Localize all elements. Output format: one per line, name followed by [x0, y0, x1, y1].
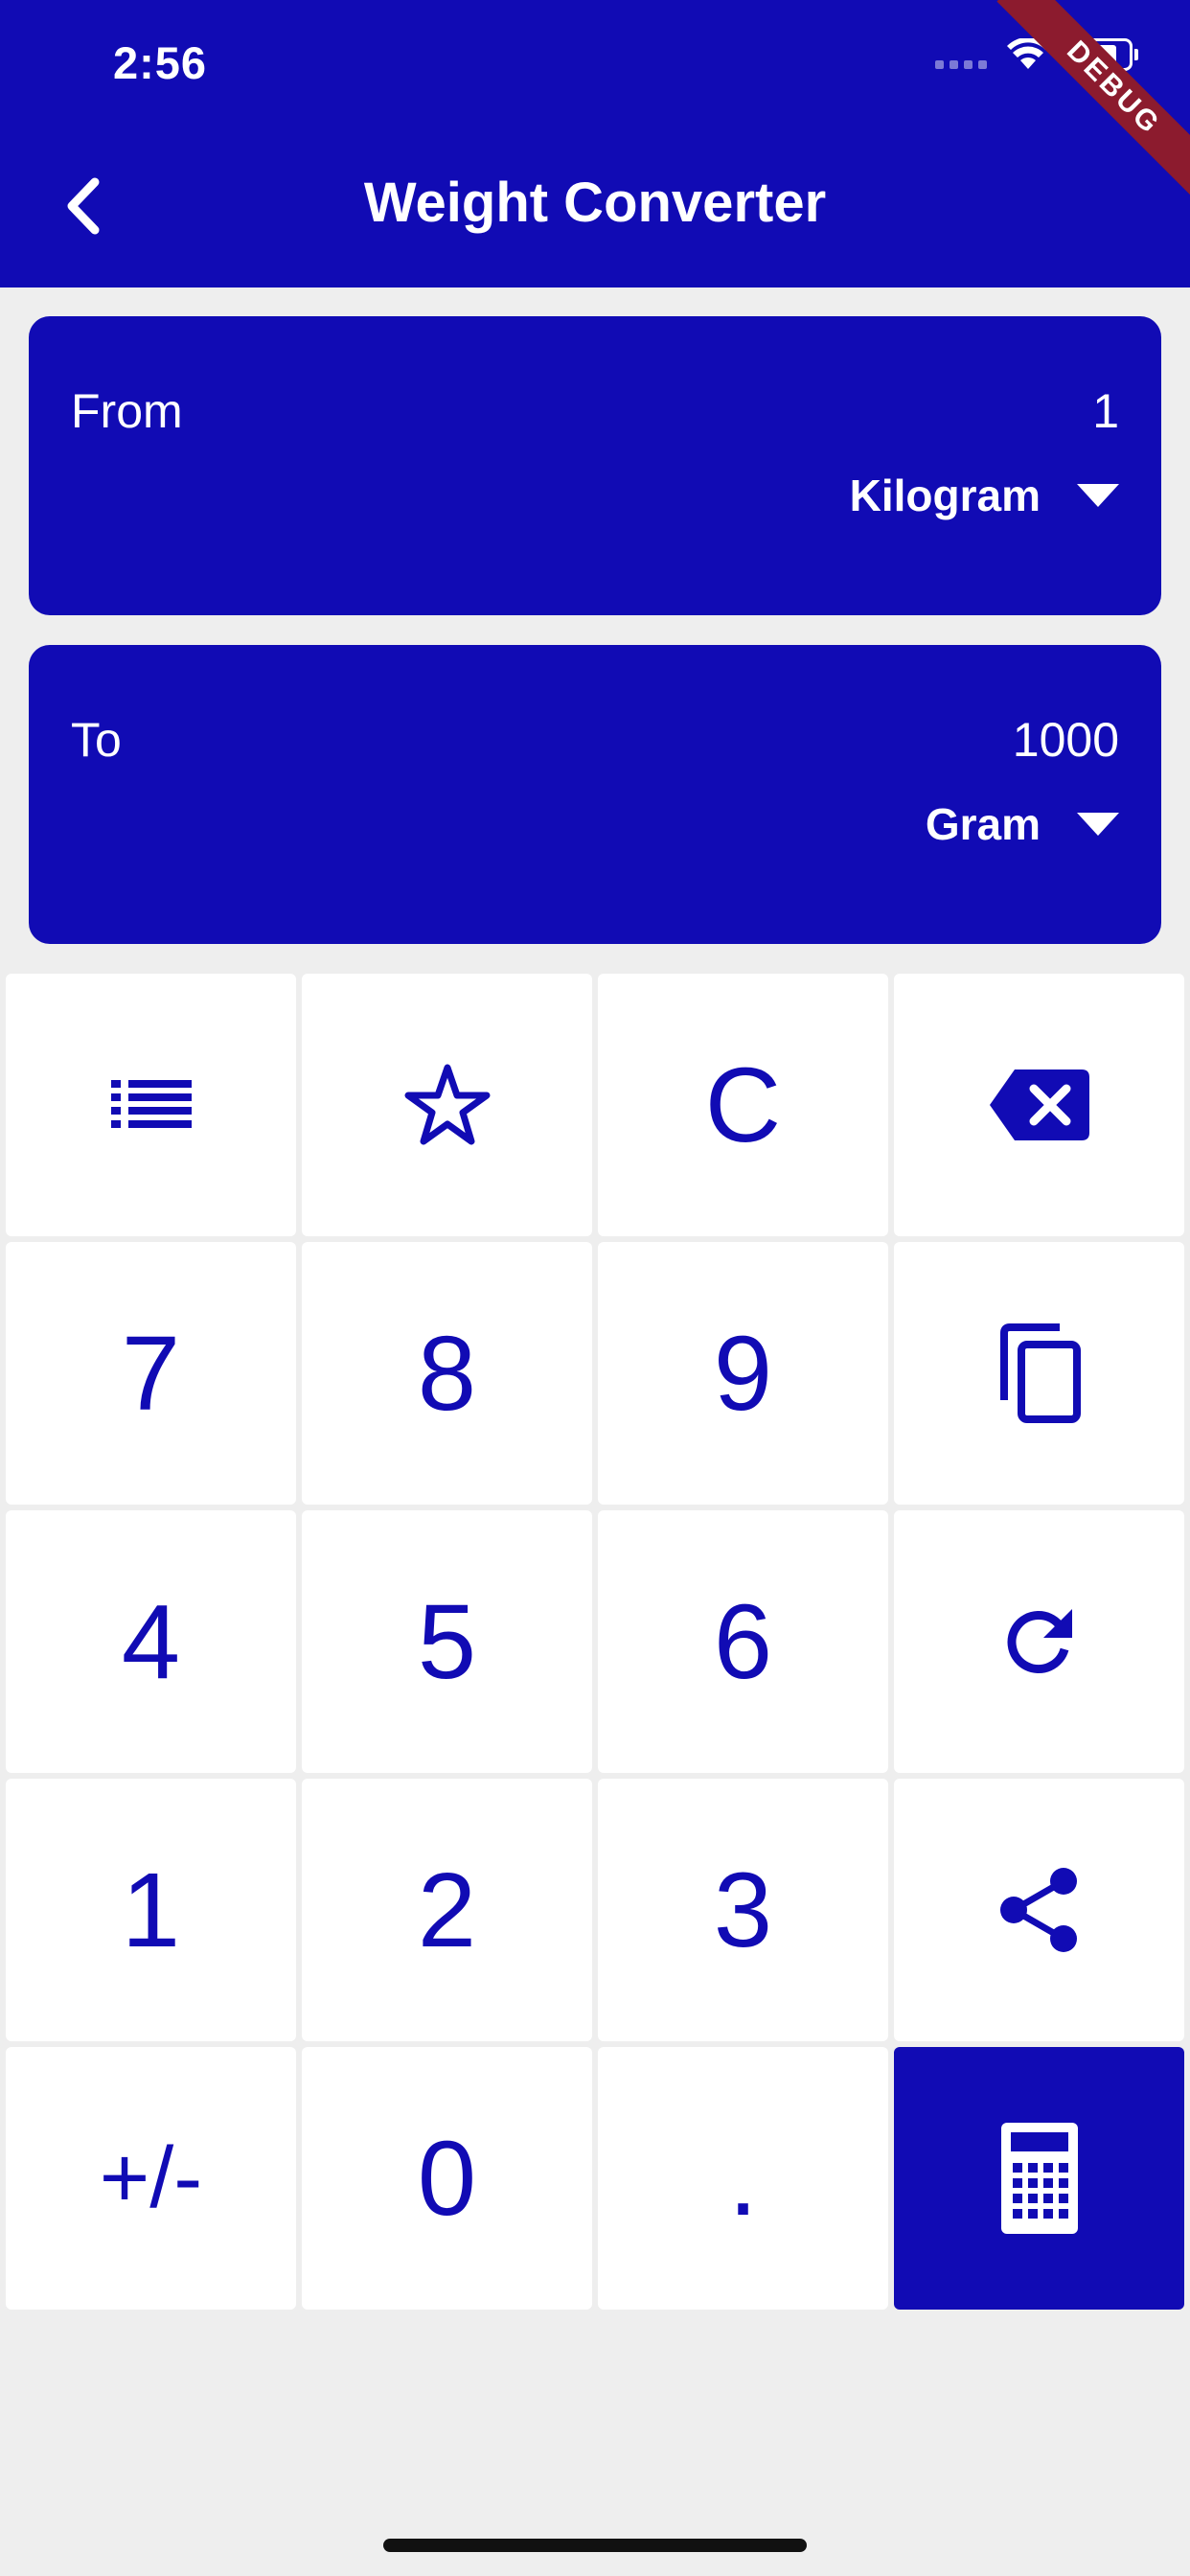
- key-7[interactable]: 7: [6, 1242, 296, 1505]
- status-time: 2:56: [113, 37, 208, 88]
- star-icon: [404, 1064, 490, 1145]
- copy-button[interactable]: [894, 1242, 1184, 1505]
- from-value[interactable]: 1: [1092, 383, 1119, 439]
- key-6[interactable]: 6: [598, 1510, 888, 1773]
- from-unit-label: Kilogram: [849, 471, 1041, 520]
- cellular-signal-icon: [935, 40, 987, 69]
- list-icon: [110, 1080, 192, 1128]
- key-9[interactable]: 9: [598, 1242, 888, 1505]
- copy-icon: [999, 1323, 1081, 1423]
- app-bar: 2:56 DEBUG Weight Converter: [0, 0, 1190, 288]
- calculator-button[interactable]: [894, 2047, 1184, 2310]
- share-button[interactable]: [894, 1779, 1184, 2041]
- to-unit-dropdown[interactable]: Gram: [926, 798, 1119, 850]
- to-label: To: [71, 713, 122, 767]
- to-card[interactable]: To 1000 Gram: [29, 645, 1161, 944]
- page-title: Weight Converter: [363, 172, 827, 234]
- clear-button[interactable]: C: [598, 974, 888, 1236]
- home-indicator[interactable]: [383, 2539, 807, 2552]
- calculator-icon: [1000, 2123, 1078, 2234]
- key-1[interactable]: 1: [6, 1779, 296, 2041]
- keypad: C 7 8 9 4 5 6 1 2 3 +/- 0 .: [6, 974, 1184, 2310]
- key-5[interactable]: 5: [302, 1510, 592, 1773]
- from-unit-dropdown[interactable]: Kilogram: [850, 470, 1119, 521]
- refresh-button[interactable]: [894, 1510, 1184, 1773]
- refresh-icon: [1007, 1609, 1072, 1673]
- decimal-button[interactable]: .: [598, 2047, 888, 2310]
- key-2[interactable]: 2: [302, 1779, 592, 2041]
- to-value[interactable]: 1000: [1013, 712, 1119, 768]
- sign-toggle-button[interactable]: +/-: [6, 2047, 296, 2310]
- backspace-button[interactable]: [894, 974, 1184, 1236]
- dropdown-arrow-icon: [1077, 813, 1119, 836]
- from-label: From: [71, 384, 183, 438]
- backspace-icon: [989, 1070, 1089, 1140]
- share-icon: [999, 1868, 1077, 1952]
- to-unit-label: Gram: [925, 799, 1041, 849]
- key-3[interactable]: 3: [598, 1779, 888, 2041]
- key-4[interactable]: 4: [6, 1510, 296, 1773]
- dropdown-arrow-icon: [1077, 484, 1119, 507]
- list-button[interactable]: [6, 974, 296, 1236]
- from-card[interactable]: From 1 Kilogram: [29, 316, 1161, 615]
- key-0[interactable]: 0: [302, 2047, 592, 2310]
- favorite-button[interactable]: [302, 974, 592, 1236]
- key-8[interactable]: 8: [302, 1242, 592, 1505]
